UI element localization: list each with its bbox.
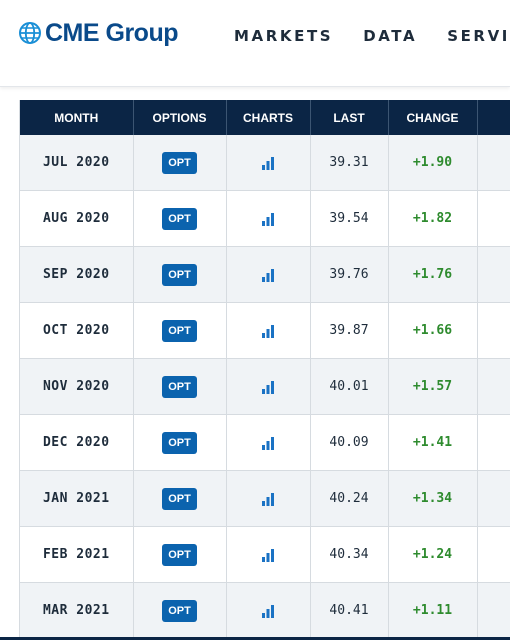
prior-settle-cell <box>477 582 510 639</box>
table-row: NOV 2020 OPT 40.01 +1.57 <box>20 358 510 415</box>
prior-settle-cell <box>477 526 510 583</box>
month-cell: SEP 2020 <box>20 246 134 303</box>
header-change[interactable]: CHANGE <box>388 100 478 135</box>
charts-cell <box>226 246 311 303</box>
last-price-cell: 40.41 <box>310 582 389 639</box>
bar-chart-icon[interactable] <box>261 380 275 394</box>
change-cell: +1.82 <box>388 190 478 247</box>
opt-button[interactable]: OPT <box>162 599 197 622</box>
main-nav: MARKETS DATA SERVIC <box>234 27 510 45</box>
options-cell: OPT <box>133 246 227 303</box>
table-row: AUG 2020 OPT 39.54 +1.82 <box>20 190 510 247</box>
header-last[interactable]: LAST <box>310 100 389 135</box>
options-cell: OPT <box>133 414 227 471</box>
charts-cell <box>226 135 311 191</box>
bar-chart-icon[interactable] <box>261 268 275 282</box>
charts-cell <box>226 414 311 471</box>
site-header: CME Group MARKETS DATA SERVIC <box>0 0 510 87</box>
options-cell: OPT <box>133 526 227 583</box>
futures-table: MONTH OPTIONS CHARTS LAST CHANGE P JUL 2… <box>20 100 510 639</box>
month-cell: JAN 2021 <box>20 470 134 527</box>
change-cell: +1.57 <box>388 358 478 415</box>
change-cell: +1.11 <box>388 582 478 639</box>
table-row: JAN 2021 OPT 40.24 +1.34 <box>20 470 510 527</box>
last-price-cell: 39.76 <box>310 246 389 303</box>
month-cell: MAR 2021 <box>20 582 134 639</box>
futures-table-container: MONTH OPTIONS CHARTS LAST CHANGE P JUL 2… <box>19 100 510 640</box>
opt-button[interactable]: OPT <box>162 375 197 398</box>
prior-settle-cell <box>477 246 510 303</box>
bar-chart-icon[interactable] <box>261 156 275 170</box>
options-cell: OPT <box>133 358 227 415</box>
options-cell: OPT <box>133 582 227 639</box>
prior-settle-cell <box>477 358 510 415</box>
month-cell: AUG 2020 <box>20 190 134 247</box>
options-cell: OPT <box>133 302 227 359</box>
charts-cell <box>226 470 311 527</box>
change-cell: +1.41 <box>388 414 478 471</box>
bar-chart-icon[interactable] <box>261 604 275 618</box>
table-row: JUL 2020 OPT 39.31 +1.90 <box>20 135 510 191</box>
last-price-cell: 40.09 <box>310 414 389 471</box>
nav-item-markets[interactable]: MARKETS <box>234 27 333 45</box>
prior-settle-cell <box>477 135 510 191</box>
prior-settle-cell <box>477 302 510 359</box>
month-cell: NOV 2020 <box>20 358 134 415</box>
last-price-cell: 39.31 <box>310 135 389 191</box>
prior-settle-cell <box>477 470 510 527</box>
change-cell: +1.34 <box>388 470 478 527</box>
last-price-cell: 40.24 <box>310 470 389 527</box>
change-cell: +1.90 <box>388 135 478 191</box>
brand-name: CME Group <box>45 18 179 47</box>
charts-cell <box>226 582 311 639</box>
bar-chart-icon[interactable] <box>261 212 275 226</box>
table-row: MAR 2021 OPT 40.41 +1.11 <box>20 582 510 639</box>
table-row: SEP 2020 OPT 39.76 +1.76 <box>20 246 510 303</box>
charts-cell <box>226 302 311 359</box>
options-cell: OPT <box>133 135 227 191</box>
month-cell: DEC 2020 <box>20 414 134 471</box>
table-body: JUL 2020 OPT 39.31 +1.90 AUG 2020 OPT 39.54 +1.… <box>20 135 510 639</box>
globe-icon <box>19 22 41 44</box>
header-prior[interactable]: P <box>477 100 510 135</box>
last-price-cell: 40.34 <box>310 526 389 583</box>
options-cell: OPT <box>133 470 227 527</box>
last-price-cell: 39.87 <box>310 302 389 359</box>
opt-button[interactable]: OPT <box>162 319 197 342</box>
prior-settle-cell <box>477 190 510 247</box>
table-row: FEB 2021 OPT 40.34 +1.24 <box>20 526 510 583</box>
bar-chart-icon[interactable] <box>261 436 275 450</box>
month-cell: OCT 2020 <box>20 302 134 359</box>
bar-chart-icon[interactable] <box>261 492 275 506</box>
charts-cell <box>226 358 311 415</box>
cme-group-logo[interactable]: CME Group <box>18 18 179 48</box>
table-header-row: MONTH OPTIONS CHARTS LAST CHANGE P <box>20 100 510 135</box>
month-cell: FEB 2021 <box>20 526 134 583</box>
bar-chart-icon[interactable] <box>261 548 275 562</box>
opt-button[interactable]: OPT <box>162 151 197 174</box>
last-price-cell: 40.01 <box>310 358 389 415</box>
options-cell: OPT <box>133 190 227 247</box>
header-options[interactable]: OPTIONS <box>133 100 227 135</box>
opt-button[interactable]: OPT <box>162 543 197 566</box>
charts-cell <box>226 526 311 583</box>
bar-chart-icon[interactable] <box>261 324 275 338</box>
last-price-cell: 39.54 <box>310 190 389 247</box>
opt-button[interactable]: OPT <box>162 263 197 286</box>
charts-cell <box>226 190 311 247</box>
nav-item-data[interactable]: DATA <box>363 27 417 45</box>
opt-button[interactable]: OPT <box>162 431 197 454</box>
opt-button[interactable]: OPT <box>162 487 197 510</box>
change-cell: +1.66 <box>388 302 478 359</box>
prior-settle-cell <box>477 414 510 471</box>
nav-item-services[interactable]: SERVIC <box>447 27 510 45</box>
header-month[interactable]: MONTH <box>20 100 134 135</box>
table-row: OCT 2020 OPT 39.87 +1.66 <box>20 302 510 359</box>
change-cell: +1.76 <box>388 246 478 303</box>
opt-button[interactable]: OPT <box>162 207 197 230</box>
month-cell: JUL 2020 <box>20 135 134 191</box>
table-row: DEC 2020 OPT 40.09 +1.41 <box>20 414 510 471</box>
change-cell: +1.24 <box>388 526 478 583</box>
header-charts[interactable]: CHARTS <box>226 100 311 135</box>
